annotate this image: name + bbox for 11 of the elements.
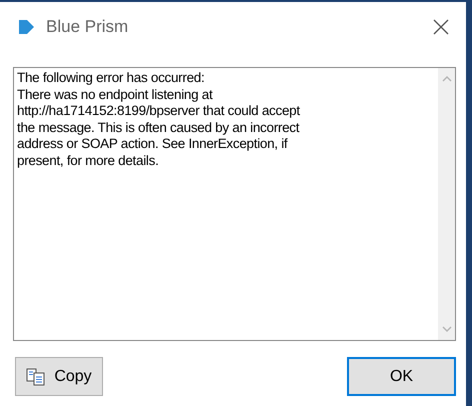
copy-icon: [26, 368, 46, 386]
message-box[interactable]: [13, 67, 456, 341]
ok-button[interactable]: OK: [347, 357, 456, 396]
copy-button[interactable]: Copy: [15, 357, 103, 396]
scrollbar[interactable]: [438, 68, 455, 340]
window-title: Blue Prism: [46, 17, 128, 37]
scroll-up-icon[interactable]: [442, 75, 452, 82]
close-icon: [432, 18, 450, 36]
error-message: The following error has occurred: There was no endpoint listening at http://ha1714152:8199/bpserver that could accept the message. This is often caused by an incorrect address or SOAP action. See InnerException, if present, for more details.: [16, 69, 301, 170]
scroll-down-icon[interactable]: [442, 326, 452, 333]
logo-icon: [17, 19, 35, 35]
